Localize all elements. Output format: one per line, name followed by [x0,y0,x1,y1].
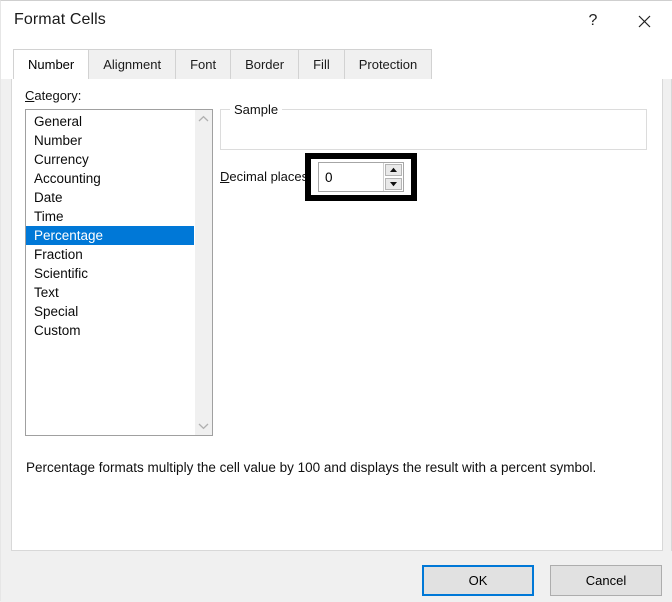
category-scrollbar[interactable] [194,110,212,435]
decimal-places-stepper[interactable] [318,162,404,192]
list-item[interactable]: Accounting [26,169,194,188]
category-label-mnemonic: C [25,88,35,103]
list-item[interactable]: Date [26,188,194,207]
tab-border[interactable]: Border [230,49,300,79]
chevron-down-icon[interactable] [195,417,212,435]
decimal-places-label-mnemonic: D [220,169,230,184]
tab-font[interactable]: Font [175,49,232,79]
tab-protection[interactable]: Protection [343,49,433,79]
decimal-places-label-text: ecimal places: [229,169,312,184]
list-item[interactable]: Custom [26,321,194,340]
help-button[interactable]: ? [570,1,616,41]
category-label: Category: [25,88,81,103]
category-listbox[interactable]: General Number Currency Accounting Date … [25,109,213,436]
decimal-places-input[interactable] [319,163,383,191]
dialog-footer: OK Cancel [1,551,672,602]
stepper-buttons [383,163,403,191]
question-mark-icon: ? [588,12,598,29]
tab-alignment[interactable]: Alignment [88,49,177,79]
dialog-title: Format Cells [14,11,106,28]
category-label-text: ategory: [34,88,82,103]
cancel-button[interactable]: Cancel [550,565,662,596]
list-item-selected[interactable]: Percentage [26,226,194,245]
list-item[interactable]: Text [26,283,194,302]
close-button[interactable] [621,1,667,41]
spinner-down-arrow-icon[interactable] [385,178,402,190]
format-cells-dialog: Format Cells ? Number Alignment Font Bor… [0,0,672,602]
tab-number[interactable]: Number [13,49,90,80]
list-item[interactable]: Special [26,302,194,321]
title-bar: Format Cells ? [1,1,672,41]
chevron-up-icon[interactable] [195,110,212,128]
category-description: Percentage formats multiply the cell val… [26,460,597,475]
spinner-up-arrow-icon[interactable] [385,164,402,176]
tab-fill[interactable]: Fill [298,49,345,79]
list-item[interactable]: Number [26,131,194,150]
sample-legend-label: Sample [230,102,283,117]
tab-strip: Number Alignment Font Border Fill Protec… [1,41,672,80]
list-item[interactable]: Currency [26,150,194,169]
sample-groupbox [220,109,647,150]
list-item[interactable]: General [26,112,194,131]
number-tab-panel: Category: General Number Currency Accoun… [11,79,663,551]
ok-button[interactable]: OK [422,565,534,596]
decimal-places-label: Decimal places: [220,169,312,184]
list-item[interactable]: Scientific [26,264,194,283]
close-x-icon [638,15,651,28]
category-list: General Number Currency Accounting Date … [26,112,194,340]
list-item[interactable]: Time [26,207,194,226]
list-item[interactable]: Fraction [26,245,194,264]
